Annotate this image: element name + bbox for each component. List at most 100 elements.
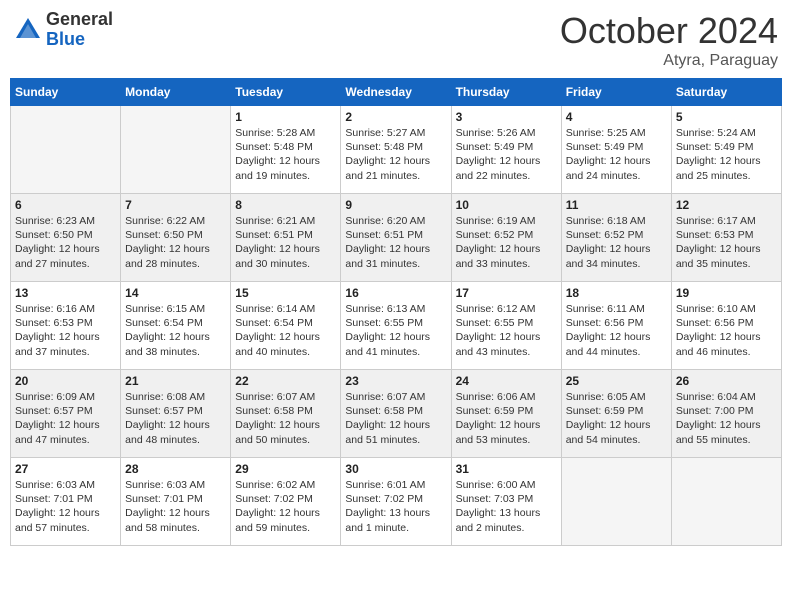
day-number: 1: [235, 110, 336, 124]
calendar-cell: 9 Sunrise: 6:20 AM Sunset: 6:51 PM Daylig…: [341, 194, 451, 282]
day-number: 30: [345, 462, 446, 476]
day-info: Sunrise: 6:03 AM Sunset: 7:01 PM Dayligh…: [15, 478, 116, 535]
calendar-cell: 2Sunrise: 5:27 AM Sunset: 5:48 PM Daylig…: [341, 106, 451, 194]
day-info: Sunrise: 6:13 AM Sunset: 6:55 PM Dayligh…: [345, 302, 446, 359]
calendar-cell: 5 Sunrise: 5:24 AM Sunset: 5:49 PM Daylig…: [671, 106, 781, 194]
day-info: Sunrise: 6:04 AM Sunset: 7:00 PM Dayligh…: [676, 390, 777, 447]
calendar-cell: 7 Sunrise: 6:22 AM Sunset: 6:50 PM Daylig…: [121, 194, 231, 282]
day-info: Sunrise: 6:20 AM Sunset: 6:51 PM Dayligh…: [345, 214, 446, 271]
day-info: Sunrise: 6:22 AM Sunset: 6:50 PM Dayligh…: [125, 214, 226, 271]
month-title: October 2024: [560, 10, 778, 52]
day-number: 20: [15, 374, 116, 388]
day-info: Sunrise: 6:12 AM Sunset: 6:55 PM Dayligh…: [456, 302, 557, 359]
day-number: 16: [345, 286, 446, 300]
calendar-dow-thursday: Thursday: [451, 79, 561, 106]
day-number: 5: [676, 110, 777, 124]
calendar-cell: 1 Sunrise: 5:28 AM Sunset: 5:48 PM Daylig…: [231, 106, 341, 194]
day-info: Sunrise: 6:01 AM Sunset: 7:02 PM Dayligh…: [345, 478, 446, 535]
day-number: 11: [566, 198, 667, 212]
calendar-cell: 13 Sunrise: 6:16 AM Sunset: 6:53 PM Dayli…: [11, 282, 121, 370]
calendar-cell: 19 Sunrise: 6:10 AM Sunset: 6:56 PM Dayli…: [671, 282, 781, 370]
page-header: General Blue October 2024 Atyra, Paragua…: [10, 10, 782, 70]
calendar-table: SundayMondayTuesdayWednesdayThursdayFrid…: [10, 78, 782, 546]
title-block: October 2024 Atyra, Paraguay: [560, 10, 778, 70]
calendar-cell: 11 Sunrise: 6:18 AM Sunset: 6:52 PM Dayli…: [561, 194, 671, 282]
calendar-cell: [671, 458, 781, 546]
calendar-cell: 29 Sunrise: 6:02 AM Sunset: 7:02 PM Dayli…: [231, 458, 341, 546]
day-info: Sunrise: 6:10 AM Sunset: 6:56 PM Dayligh…: [676, 302, 777, 359]
calendar-cell: 28Sunrise: 6:03 AM Sunset: 7:01 PM Dayli…: [121, 458, 231, 546]
calendar-dow-friday: Friday: [561, 79, 671, 106]
calendar-cell: 8Sunrise: 6:21 AM Sunset: 6:51 PM Daylig…: [231, 194, 341, 282]
day-info: Sunrise: 6:11 AM Sunset: 6:56 PM Dayligh…: [566, 302, 667, 359]
day-number: 7: [125, 198, 226, 212]
day-info: Sunrise: 6:17 AM Sunset: 6:53 PM Dayligh…: [676, 214, 777, 271]
day-info: Sunrise: 5:27 AM Sunset: 5:48 PM Dayligh…: [345, 126, 446, 183]
day-number: 13: [15, 286, 116, 300]
day-number: 29: [235, 462, 336, 476]
day-number: 8: [235, 198, 336, 212]
day-info: Sunrise: 6:15 AM Sunset: 6:54 PM Dayligh…: [125, 302, 226, 359]
day-info: Sunrise: 5:24 AM Sunset: 5:49 PM Dayligh…: [676, 126, 777, 183]
calendar-dow-sunday: Sunday: [11, 79, 121, 106]
day-number: 9: [345, 198, 446, 212]
calendar-week-row: 1 Sunrise: 5:28 AM Sunset: 5:48 PM Daylig…: [11, 106, 782, 194]
calendar-week-row: 13 Sunrise: 6:16 AM Sunset: 6:53 PM Dayli…: [11, 282, 782, 370]
calendar-week-row: 20 Sunrise: 6:09 AM Sunset: 6:57 PM Dayli…: [11, 370, 782, 458]
day-number: 6: [15, 198, 116, 212]
day-number: 21: [125, 374, 226, 388]
day-number: 4: [566, 110, 667, 124]
calendar-header-row: SundayMondayTuesdayWednesdayThursdayFrid…: [11, 79, 782, 106]
calendar-cell: 17 Sunrise: 6:12 AM Sunset: 6:55 PM Dayli…: [451, 282, 561, 370]
logo-blue: Blue: [46, 30, 113, 50]
day-number: 14: [125, 286, 226, 300]
calendar-dow-wednesday: Wednesday: [341, 79, 451, 106]
calendar-dow-saturday: Saturday: [671, 79, 781, 106]
day-info: Sunrise: 5:25 AM Sunset: 5:49 PM Dayligh…: [566, 126, 667, 183]
day-info: Sunrise: 6:05 AM Sunset: 6:59 PM Dayligh…: [566, 390, 667, 447]
calendar-cell: 6Sunrise: 6:23 AM Sunset: 6:50 PM Daylig…: [11, 194, 121, 282]
day-info: Sunrise: 6:16 AM Sunset: 6:53 PM Dayligh…: [15, 302, 116, 359]
day-number: 18: [566, 286, 667, 300]
day-number: 22: [235, 374, 336, 388]
calendar-cell: [121, 106, 231, 194]
day-number: 3: [456, 110, 557, 124]
calendar-dow-tuesday: Tuesday: [231, 79, 341, 106]
logo-icon: [14, 16, 42, 44]
day-info: Sunrise: 5:28 AM Sunset: 5:48 PM Dayligh…: [235, 126, 336, 183]
calendar-cell: 24 Sunrise: 6:06 AM Sunset: 6:59 PM Dayli…: [451, 370, 561, 458]
calendar-cell: 12 Sunrise: 6:17 AM Sunset: 6:53 PM Dayli…: [671, 194, 781, 282]
day-number: 31: [456, 462, 557, 476]
day-info: Sunrise: 6:08 AM Sunset: 6:57 PM Dayligh…: [125, 390, 226, 447]
day-info: Sunrise: 6:07 AM Sunset: 6:58 PM Dayligh…: [345, 390, 446, 447]
day-number: 10: [456, 198, 557, 212]
day-number: 25: [566, 374, 667, 388]
calendar-cell: 4 Sunrise: 5:25 AM Sunset: 5:49 PM Daylig…: [561, 106, 671, 194]
day-number: 15: [235, 286, 336, 300]
calendar-cell: 15 Sunrise: 6:14 AM Sunset: 6:54 PM Dayli…: [231, 282, 341, 370]
day-info: Sunrise: 6:00 AM Sunset: 7:03 PM Dayligh…: [456, 478, 557, 535]
calendar-cell: 22 Sunrise: 6:07 AM Sunset: 6:58 PM Dayli…: [231, 370, 341, 458]
day-info: Sunrise: 6:09 AM Sunset: 6:57 PM Dayligh…: [15, 390, 116, 447]
calendar-cell: [561, 458, 671, 546]
day-number: 17: [456, 286, 557, 300]
calendar-cell: 10Sunrise: 6:19 AM Sunset: 6:52 PM Dayli…: [451, 194, 561, 282]
calendar-cell: [11, 106, 121, 194]
calendar-cell: 21 Sunrise: 6:08 AM Sunset: 6:57 PM Dayli…: [121, 370, 231, 458]
day-number: 12: [676, 198, 777, 212]
day-info: Sunrise: 6:18 AM Sunset: 6:52 PM Dayligh…: [566, 214, 667, 271]
day-info: Sunrise: 5:26 AM Sunset: 5:49 PM Dayligh…: [456, 126, 557, 183]
day-info: Sunrise: 6:07 AM Sunset: 6:58 PM Dayligh…: [235, 390, 336, 447]
calendar-cell: 14 Sunrise: 6:15 AM Sunset: 6:54 PM Dayli…: [121, 282, 231, 370]
day-number: 23: [345, 374, 446, 388]
day-info: Sunrise: 6:02 AM Sunset: 7:02 PM Dayligh…: [235, 478, 336, 535]
day-number: 27: [15, 462, 116, 476]
location-subtitle: Atyra, Paraguay: [560, 52, 778, 70]
day-info: Sunrise: 6:06 AM Sunset: 6:59 PM Dayligh…: [456, 390, 557, 447]
day-info: Sunrise: 6:14 AM Sunset: 6:54 PM Dayligh…: [235, 302, 336, 359]
calendar-cell: 23 Sunrise: 6:07 AM Sunset: 6:58 PM Dayli…: [341, 370, 451, 458]
day-number: 19: [676, 286, 777, 300]
calendar-cell: 20 Sunrise: 6:09 AM Sunset: 6:57 PM Dayli…: [11, 370, 121, 458]
day-info: Sunrise: 6:03 AM Sunset: 7:01 PM Dayligh…: [125, 478, 226, 535]
day-number: 24: [456, 374, 557, 388]
